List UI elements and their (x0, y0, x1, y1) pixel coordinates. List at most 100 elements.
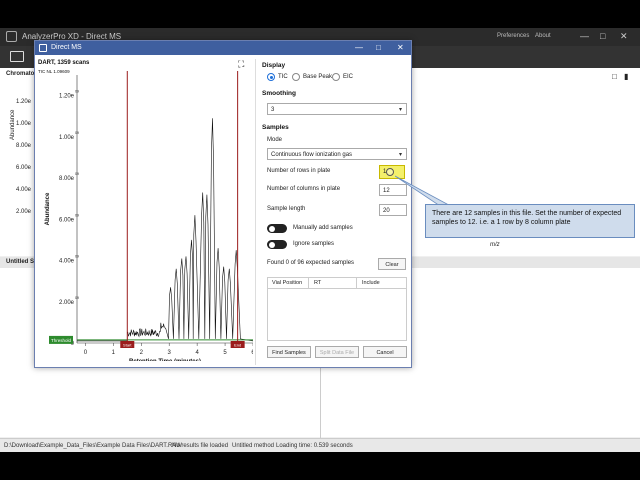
x-tick-label: 6 (251, 350, 253, 356)
y-tick-exponent: 09 (75, 172, 79, 176)
manual-add-label: Manually add samples (293, 225, 353, 231)
display-radio-tic[interactable] (267, 73, 275, 81)
bg-y-tick: 4.00e (16, 187, 32, 193)
tic-chart[interactable]: 01234561.20e091.00e098.00e096.00e094.00e… (35, 61, 253, 361)
column-header-vial[interactable]: Vial Position (272, 280, 302, 286)
clear-button-label: Clear (385, 262, 399, 268)
cursor-icon (386, 168, 394, 176)
open-folder-icon[interactable] (10, 51, 24, 62)
chevron-down-icon: ▾ (398, 152, 402, 158)
x-tick-label: 4 (195, 350, 199, 356)
bg-y-tick: 8.00e (16, 143, 32, 149)
lower-panel-title: Untitled Sa (6, 259, 38, 265)
dialog-maximize-icon[interactable]: □ (376, 43, 381, 52)
status-results: No results file loaded (172, 443, 229, 449)
smoothing-section-title: Smoothing (262, 90, 296, 97)
clear-button[interactable]: Clear (378, 258, 406, 270)
bg-y-tick: 6.00e (16, 165, 32, 171)
display-radio-basepeak[interactable] (292, 73, 300, 81)
bg-y-tick: 1.20e (16, 99, 32, 105)
instruction-callout: There are 12 samples in this file. Set t… (425, 204, 635, 238)
bg-x-axis-label: m/z (490, 242, 500, 248)
bg-y-tick: 1.00e (16, 121, 32, 127)
display-option-eic: EIC (343, 74, 354, 80)
split-data-file-button[interactable]: Split Data File (315, 346, 359, 358)
threshold-label: Threshold (51, 338, 72, 343)
direct-ms-dialog: Direct MS — □ ✕ DART, 1359 scans TIC NL … (34, 40, 412, 368)
start-marker-label: Start (123, 343, 132, 348)
menu-preferences[interactable]: Preferences (497, 33, 529, 39)
panel-icon-b[interactable]: ▮ (624, 72, 628, 81)
find-samples-label: Find Samples (272, 350, 306, 356)
cancel-button-label: Cancel (376, 350, 394, 356)
x-tick-label: 5 (223, 350, 227, 356)
find-samples-button[interactable]: Find Samples (267, 346, 311, 358)
column-header-include[interactable]: Include (362, 280, 380, 286)
y-tick-label: 1.00e (59, 135, 75, 141)
y-tick-label: 2.00e (59, 300, 75, 306)
columns-label: Number of columns in plate (267, 186, 341, 192)
y-tick-label: 1.20e (59, 94, 75, 100)
smoothing-select[interactable]: 3 ▾ (267, 103, 407, 115)
x-tick-label: 3 (168, 350, 172, 356)
maximize-icon[interactable]: □ (600, 31, 605, 41)
y-tick-exponent: 09 (75, 296, 79, 300)
status-method: Untitled method (232, 443, 275, 449)
mode-label: Mode (267, 137, 283, 143)
y-tick-label: 6.00e (59, 217, 75, 223)
x-axis-label: Retention Time (minutes) (129, 359, 201, 361)
cancel-button[interactable]: Cancel (363, 346, 407, 358)
x-tick-label: 0 (84, 350, 88, 356)
samples-table-header: Vial Position RT Include (268, 278, 406, 289)
x-tick-label: 1 (112, 350, 116, 356)
rows-label: Number of rows in plate (267, 168, 331, 174)
mode-select[interactable]: Continuous flow ionization gas ▾ (267, 148, 407, 160)
left-panel-title: Chromato (6, 71, 35, 77)
bg-y-tick: 2.00e (16, 209, 32, 215)
column-header-rt[interactable]: RT (314, 280, 321, 286)
chevron-down-icon: ▾ (398, 107, 402, 113)
display-radio-eic[interactable] (332, 73, 340, 81)
split-data-file-label: Split Data File (319, 350, 355, 356)
sample-length-label: Sample length (267, 206, 306, 212)
menu-about[interactable]: About (535, 33, 551, 39)
y-axis-label: Abundance (45, 192, 51, 225)
dialog-minimize-icon[interactable]: — (355, 43, 363, 52)
y-tick-exponent: 09 (75, 131, 79, 135)
y-tick-exponent: 09 (75, 255, 79, 259)
samples-section-title: Samples (262, 124, 289, 131)
found-samples-text: Found 0 of 96 expected samples (267, 260, 355, 266)
tic-trace (77, 118, 253, 342)
display-option-tic: TIC (278, 74, 288, 80)
dialog-title: Direct MS (51, 44, 82, 51)
status-path: D:\Download\Example_Data_Files\Example D… (4, 443, 182, 449)
status-loading: Loading time: 0.539 seconds (276, 443, 353, 449)
table-col-sep (308, 278, 309, 289)
x-tick-label: 2 (140, 350, 144, 356)
dialog-divider (255, 59, 256, 365)
display-option-basepeak: Base Peak (303, 74, 333, 80)
panel-icon-a[interactable]: □ (612, 72, 617, 81)
mode-value: Continuous flow ionization gas (271, 152, 353, 158)
minimize-icon[interactable]: — (580, 31, 589, 41)
manual-add-toggle[interactable] (267, 224, 287, 233)
columns-value: 12 (383, 188, 390, 194)
dialog-title-bar[interactable]: Direct MS — □ ✕ (35, 41, 411, 55)
y-tick-exponent: 09 (75, 213, 79, 217)
callout-text: There are 12 samples in this file. Set t… (432, 210, 622, 226)
ignore-samples-toggle[interactable] (267, 240, 287, 249)
dialog-app-icon (39, 44, 47, 52)
y-tick-exponent: 09 (75, 90, 79, 94)
samples-table[interactable]: Vial Position RT Include (267, 277, 407, 341)
smoothing-value: 3 (271, 107, 275, 113)
y-tick-label: 8.00e (59, 176, 75, 182)
display-section-title: Display (262, 62, 286, 69)
status-bar: D:\Download\Example_Data_Files\Example D… (0, 438, 640, 452)
ignore-samples-label: Ignore samples (293, 241, 335, 247)
table-col-sep (356, 278, 357, 289)
dialog-close-icon[interactable]: ✕ (397, 43, 404, 52)
close-icon[interactable]: ✕ (620, 31, 628, 42)
y-tick-label: 4.00e (59, 259, 75, 265)
end-marker-label: End (234, 343, 241, 348)
app-logo-icon (6, 31, 17, 42)
